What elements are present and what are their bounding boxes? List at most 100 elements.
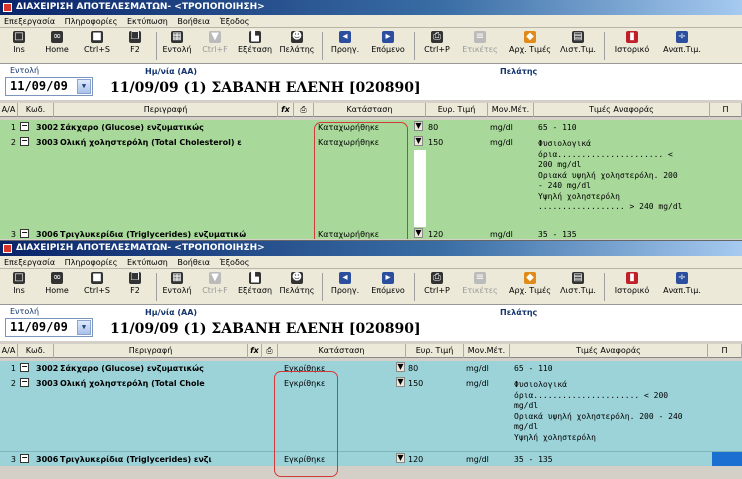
table-row[interactable]: 1 − 3002 Σάκχαρο (Glucose) ενζυματικώς Ε… bbox=[0, 361, 742, 376]
chevron-down-icon[interactable]: ▼ bbox=[414, 121, 423, 131]
col-value[interactable]: Ευρ. Τιμή bbox=[406, 344, 464, 358]
price-list-button[interactable]: ▤ Λιστ.Τιμ. bbox=[558, 271, 598, 303]
labels-button[interactable]: ≡ Ετικέτες bbox=[460, 271, 500, 303]
chevron-down-icon[interactable]: ▼ bbox=[396, 362, 405, 372]
title-bar[interactable]: ΔΙΑΧΕΙΡΙΣΗ ΑΠΟΤΕΛΕΣΜΑΤΩΝ- <ΤΡΟΠΟΠΟΙΗΣΗ> bbox=[0, 241, 742, 256]
col-status[interactable]: Κατάσταση bbox=[278, 344, 406, 358]
collapse-icon[interactable]: − bbox=[20, 122, 29, 131]
chevron-down-icon[interactable]: ▼ bbox=[396, 453, 405, 463]
order-date-value: 11/09/09 bbox=[10, 79, 68, 93]
menu-help[interactable]: Βοήθεια bbox=[177, 17, 210, 26]
save-button[interactable]: ■ Ctrl+S bbox=[80, 30, 114, 62]
col-reference[interactable]: Τιμές Αναφοράς bbox=[534, 103, 710, 117]
menu-help[interactable]: Βοήθεια bbox=[177, 258, 210, 267]
home-button[interactable]: ∞ Home bbox=[40, 271, 74, 303]
col-description[interactable]: Περιγραφή bbox=[54, 344, 248, 358]
chevron-down-icon[interactable]: ▼ bbox=[396, 377, 405, 387]
col-code[interactable]: Κωδ. bbox=[18, 103, 54, 117]
menu-info[interactable]: Πληροφορίες bbox=[65, 258, 118, 267]
copy-button[interactable]: ❐ F2 bbox=[120, 271, 150, 303]
menu-exit[interactable]: Έξοδος bbox=[220, 17, 250, 26]
col-code[interactable]: Κωδ. bbox=[18, 344, 54, 358]
customer-label: Πελάτης bbox=[500, 308, 538, 317]
order-button[interactable]: ▦ Εντολή bbox=[160, 30, 194, 62]
col-p[interactable]: Π bbox=[710, 103, 742, 117]
labels-icon: ≡ bbox=[474, 272, 486, 284]
history-button[interactable]: ▮ Ιστορικό bbox=[610, 271, 654, 303]
glasses-icon: ∞ bbox=[51, 31, 63, 43]
table-row[interactable]: 2 − 3003 Ολική χοληστερόλη (Total Chole … bbox=[0, 376, 742, 451]
chevron-down-icon[interactable]: ▼ bbox=[414, 136, 423, 146]
menu-exit[interactable]: Έξοδος bbox=[220, 258, 250, 267]
ins-button[interactable]: □ Ins bbox=[4, 30, 34, 62]
ins-button[interactable]: □ Ins bbox=[4, 271, 34, 303]
printer-icon[interactable]: ⎙ bbox=[262, 344, 278, 358]
chevron-down-icon[interactable]: ▼ bbox=[77, 79, 91, 94]
exam-button[interactable]: ▙ Εξέταση bbox=[236, 271, 274, 303]
labels-button[interactable]: ≡ Ετικέτες bbox=[460, 30, 500, 62]
printer-icon[interactable]: ⎙ bbox=[294, 103, 314, 117]
next-button[interactable]: ▸ Επόμενο bbox=[368, 271, 408, 303]
col-aa[interactable]: Α/Α bbox=[0, 103, 18, 117]
toolbar-separator bbox=[604, 273, 605, 301]
previous-button[interactable]: ◂ Προηγ. bbox=[328, 271, 362, 303]
title-bar[interactable]: ΔΙΑΧΕΙΡΙΣΗ ΑΠΟΤΕΛΕΣΜΑΤΩΝ- <ΤΡΟΠΟΠΟΙΗΣΗ> bbox=[0, 0, 742, 15]
order-date-select[interactable]: 11/09/09 ▼ bbox=[5, 77, 93, 96]
fx-icon[interactable]: fx bbox=[248, 344, 262, 358]
filter-button[interactable]: ▼ Ctrl+F bbox=[198, 271, 232, 303]
split-values-button[interactable]: ÷ Αναπ.Τιμ. bbox=[660, 271, 704, 303]
col-p[interactable]: Π bbox=[708, 344, 742, 358]
results-window-bottom: ΔΙΑΧΕΙΡΙΣΗ ΑΠΟΤΕΛΕΣΜΑΤΩΝ- <ΤΡΟΠΟΠΟΙΗΣΗ> … bbox=[0, 240, 742, 479]
chevron-down-icon[interactable]: ▼ bbox=[414, 228, 423, 238]
order-date-value: 11/09/09 bbox=[10, 320, 68, 334]
col-aa[interactable]: Α/Α bbox=[0, 344, 18, 358]
spacer bbox=[414, 150, 426, 227]
order-label: Εντολή bbox=[10, 66, 40, 75]
toolbar: □ Ins ∞ Home ■ Ctrl+S ❐ F2 ▦ Εντολή ▼ Ctrl+F ▙… bbox=[0, 28, 742, 64]
col-reference[interactable]: Τιμές Αναφοράς bbox=[510, 344, 708, 358]
print-button[interactable]: ⎙ Ctrl+P bbox=[420, 30, 454, 62]
initial-values-button[interactable]: ◆ Αρχ. Τιμές bbox=[506, 271, 554, 303]
collapse-icon[interactable]: − bbox=[20, 137, 29, 146]
results-window-top: ΔΙΑΧΕΙΡΙΣΗ ΑΠΟΤΕΛΕΣΜΑΤΩΝ- <ΤΡΟΠΟΠΟΙΗΣΗ> … bbox=[0, 0, 742, 239]
next-icon: ▸ bbox=[382, 31, 394, 43]
grid-header: Α/Α Κωδ. Περιγραφή fx ⎙ Κατάσταση Ευρ. Τ… bbox=[0, 344, 742, 358]
copy-button[interactable]: ❐ F2 bbox=[120, 30, 150, 62]
collapse-icon[interactable]: − bbox=[20, 363, 29, 372]
col-unit[interactable]: Μον.Μέτ. bbox=[488, 103, 534, 117]
collapse-icon[interactable]: − bbox=[20, 229, 29, 238]
next-button[interactable]: ▸ Επόμενο bbox=[368, 30, 408, 62]
menu-print[interactable]: Εκτύπωση bbox=[127, 17, 168, 26]
menu-info[interactable]: Πληροφορίες bbox=[65, 17, 118, 26]
collapse-icon[interactable]: − bbox=[20, 378, 29, 387]
table-row[interactable]: 3 − 3006 Τριγλυκερίδια (Triglycerides) ε… bbox=[0, 451, 742, 466]
order-button[interactable]: ▦ Εντολή bbox=[160, 271, 194, 303]
next-icon: ▸ bbox=[382, 272, 394, 284]
fx-icon[interactable]: fx bbox=[278, 103, 294, 117]
col-unit[interactable]: Μον.Μέτ. bbox=[464, 344, 510, 358]
print-button[interactable]: ⎙ Ctrl+P bbox=[420, 271, 454, 303]
col-value[interactable]: Ευρ. Τιμή bbox=[426, 103, 488, 117]
menu-edit[interactable]: Επεξεργασία bbox=[4, 17, 55, 26]
filter-button[interactable]: ▼ Ctrl+F bbox=[198, 30, 232, 62]
new-doc-icon: □ bbox=[13, 31, 25, 43]
split-values-icon: ÷ bbox=[676, 272, 688, 284]
customer-button[interactable]: ☻ Πελάτης bbox=[278, 30, 316, 62]
col-status[interactable]: Κατάσταση bbox=[314, 103, 426, 117]
collapse-icon[interactable]: − bbox=[20, 454, 29, 463]
history-button[interactable]: ▮ Ιστορικό bbox=[610, 30, 654, 62]
previous-button[interactable]: ◂ Προηγ. bbox=[328, 30, 362, 62]
save-button[interactable]: ■ Ctrl+S bbox=[80, 271, 114, 303]
col-description[interactable]: Περιγραφή bbox=[54, 103, 278, 117]
home-button[interactable]: ∞ Home bbox=[40, 30, 74, 62]
menu-edit[interactable]: Επεξεργασία bbox=[4, 258, 55, 267]
chevron-down-icon[interactable]: ▼ bbox=[77, 320, 91, 335]
exam-button[interactable]: ▙ Εξέταση bbox=[236, 30, 274, 62]
customer-button[interactable]: ☻ Πελάτης bbox=[278, 271, 316, 303]
order-date-select[interactable]: 11/09/09 ▼ bbox=[5, 318, 93, 337]
initial-values-button[interactable]: ◆ Αρχ. Τιμές bbox=[506, 30, 554, 62]
highlight-frame bbox=[314, 122, 408, 239]
menu-print[interactable]: Εκτύπωση bbox=[127, 258, 168, 267]
split-values-button[interactable]: ÷ Αναπ.Τιμ. bbox=[660, 30, 704, 62]
price-list-button[interactable]: ▤ Λιστ.Τιμ. bbox=[558, 30, 598, 62]
